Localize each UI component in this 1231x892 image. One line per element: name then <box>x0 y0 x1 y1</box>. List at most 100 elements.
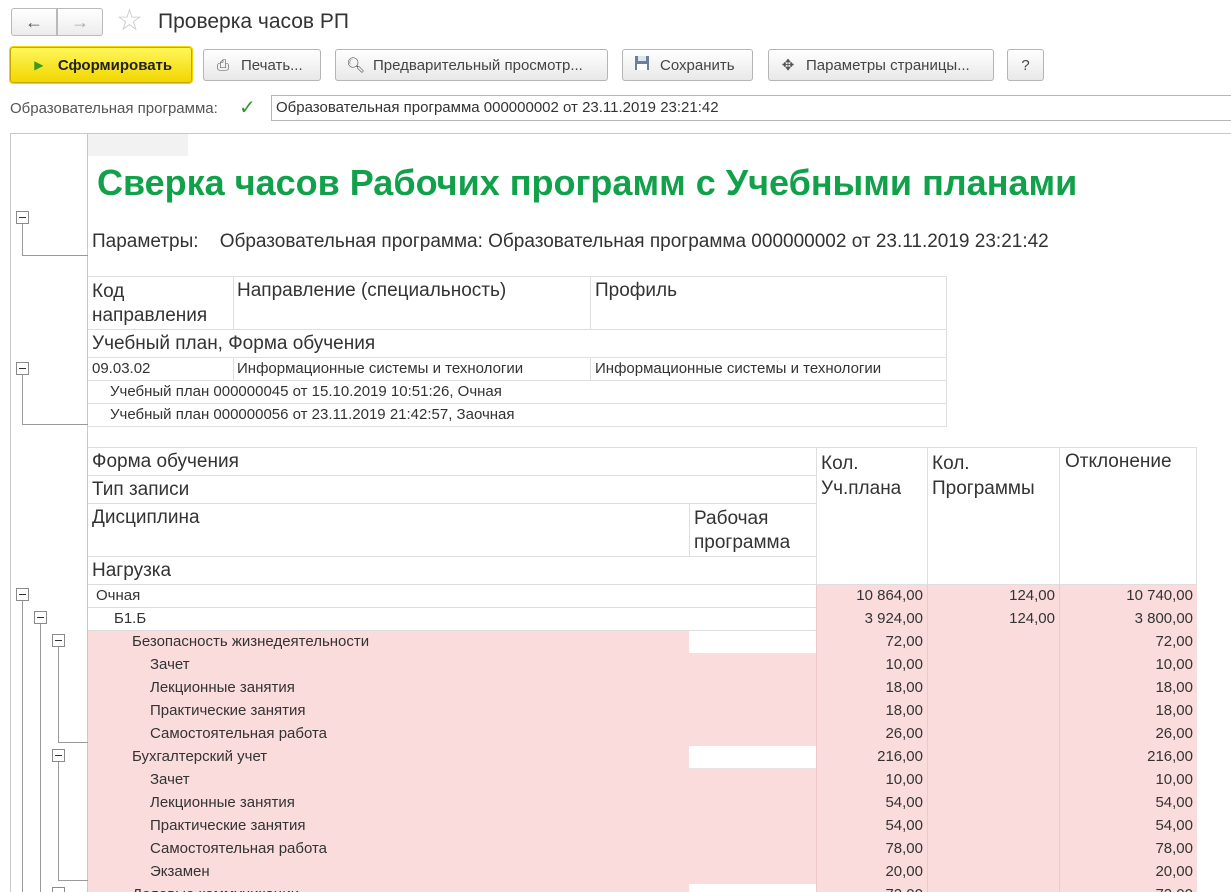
row-label: Самостоятельная работа <box>88 838 816 861</box>
report-title: Сверка часов Рабочих программ с Учебными… <box>97 162 1078 203</box>
program-hours-cell <box>927 723 1059 746</box>
row-label: Практические занятия <box>88 815 816 838</box>
plan-hours-cell: 54,00 <box>816 815 927 838</box>
program-hours-cell <box>927 700 1059 723</box>
deviation-cell: 216,00 <box>1059 746 1197 769</box>
row-label: Лекционные занятия <box>88 792 816 815</box>
collapse-params-button[interactable] <box>16 211 29 224</box>
row-label: Очная <box>96 587 141 604</box>
row-label: Безопасность жизнедеятельности <box>88 631 689 654</box>
save-button[interactable]: Сохранить <box>622 49 753 81</box>
table-row: Лекционные занятия 18,00 18,00 <box>88 677 1197 700</box>
deviation-cell: 54,00 <box>1059 815 1197 838</box>
row-label: Деловые коммуникации <box>88 884 689 892</box>
work-program-cell <box>689 631 816 654</box>
plan-hours-cell: 72,00 <box>816 631 927 654</box>
plan-hours-cell: 3 924,00 <box>816 608 927 631</box>
forward-button[interactable]: → <box>57 8 103 36</box>
plan-hours-cell: 10 864,00 <box>816 585 927 608</box>
collapse-discipline-2-button[interactable] <box>52 749 65 762</box>
deviation-cell: 3 800,00 <box>1059 608 1197 631</box>
deviation-cell: 72,00 <box>1059 884 1197 892</box>
row-label: Самостоятельная работа <box>88 723 816 746</box>
report-area: Сверка часов Рабочих программ с Учебными… <box>10 133 1231 892</box>
plan-hours-cell: 18,00 <box>816 700 927 723</box>
table-row: Зачет 10,00 10,00 <box>88 654 1197 677</box>
arrow-right-icon: → <box>71 11 89 32</box>
checkmark-icon: ✓ <box>239 97 256 119</box>
collapse-form-button[interactable] <box>16 588 29 601</box>
plan-row: Учебный план 000000045 от 15.10.2019 10:… <box>110 383 502 400</box>
help-button[interactable]: ? <box>1007 49 1044 81</box>
row-label: Бухгалтерский учет <box>88 746 689 769</box>
program-hours-cell <box>927 838 1059 861</box>
header-prog-qty: Кол. Программы <box>932 453 1035 499</box>
plan-hours-cell: 78,00 <box>816 838 927 861</box>
collapse-b1b-button[interactable] <box>34 611 47 624</box>
work-program-cell <box>689 884 816 892</box>
table-row: Самостоятельная работа 26,00 26,00 <box>88 723 1197 746</box>
toolbar: ▶ Сформировать ⎙ Печать... 🔍︎ Предварите… <box>0 46 1231 88</box>
deviation-cell: 72,00 <box>1059 631 1197 654</box>
program-hours-cell <box>927 861 1059 884</box>
report-params: Параметры: Образовательная программа: Об… <box>92 231 1049 252</box>
title-bar: ← → ☆ Проверка часов РП <box>0 0 1231 46</box>
plan-hours-cell: 72,00 <box>816 884 927 892</box>
row-label: Зачет <box>88 654 816 677</box>
plan-hours-cell: 10,00 <box>816 769 927 792</box>
table-row: Практические занятия 18,00 18,00 <box>88 700 1197 723</box>
deviation-cell: 10,00 <box>1059 769 1197 792</box>
header-work-program: Рабочая программа <box>694 508 791 553</box>
header-deviation: Отклонение <box>1065 451 1172 472</box>
print-button[interactable]: ⎙ Печать... <box>203 49 321 81</box>
collapse-program-button[interactable] <box>16 362 29 375</box>
corner-cell <box>87 134 188 156</box>
filter-checkbox[interactable]: ✓ <box>239 98 259 118</box>
program-hours-cell <box>927 792 1059 815</box>
header-record-type: Тип записи <box>92 479 190 500</box>
row-label: Б1.Б <box>114 610 147 627</box>
row-label: Зачет <box>88 769 816 792</box>
program-hours-cell: 124,00 <box>927 608 1059 631</box>
window-title: Проверка часов РП <box>158 10 350 33</box>
table-row: Экзамен 20,00 20,00 <box>88 861 1197 884</box>
plan-hours-cell: 10,00 <box>816 654 927 677</box>
deviation-cell: 20,00 <box>1059 861 1197 884</box>
play-icon: ▶ <box>34 58 44 72</box>
back-button[interactable]: ← <box>11 8 57 36</box>
preview-button[interactable]: 🔍︎ Предварительный просмотр... <box>335 49 608 81</box>
table-row: Зачет 10,00 10,00 <box>88 769 1197 792</box>
program-hours-cell <box>927 815 1059 838</box>
deviation-cell: 18,00 <box>1059 700 1197 723</box>
program-hours-cell <box>927 769 1059 792</box>
collapse-discipline-1-button[interactable] <box>52 634 65 647</box>
program-hours-cell <box>927 746 1059 769</box>
star-icon[interactable]: ☆ <box>116 6 143 36</box>
table-row: Очная 10 864,00 124,00 10 740,00 <box>88 585 1197 608</box>
plan-hours-cell: 20,00 <box>816 861 927 884</box>
plan-hours-cell: 54,00 <box>816 792 927 815</box>
deviation-cell: 10,00 <box>1059 654 1197 677</box>
work-program-cell <box>689 746 816 769</box>
table-row: Самостоятельная работа 78,00 78,00 <box>88 838 1197 861</box>
deviation-cell: 26,00 <box>1059 723 1197 746</box>
program-hours-cell <box>927 677 1059 700</box>
program-code: 09.03.02 <box>92 360 151 377</box>
row-label: Практические занятия <box>88 700 816 723</box>
header-discipline: Дисциплина <box>92 507 200 528</box>
deviation-cell: 54,00 <box>1059 792 1197 815</box>
plan-hours-cell: 26,00 <box>816 723 927 746</box>
magnifier-icon: 🔍︎ <box>346 57 366 74</box>
header-direction: Направление (специальность) <box>237 280 507 301</box>
move-arrows-icon: ✥ <box>781 57 795 74</box>
program-field[interactable]: Образовательная программа 000000002 от 2… <box>271 95 1231 121</box>
generate-button[interactable]: ▶ Сформировать <box>9 46 193 84</box>
table-row: Бухгалтерский учет 216,00 216,00 <box>88 746 1197 769</box>
collapse-discipline-3-button[interactable] <box>52 887 65 892</box>
page-params-button[interactable]: ✥ Параметры страницы... <box>768 49 994 81</box>
printer-icon: ⎙ <box>216 56 229 74</box>
header-code: Код направления <box>92 281 208 326</box>
header-plan-form: Учебный план, Форма обучения <box>92 333 376 354</box>
table-row: Практические занятия 54,00 54,00 <box>88 815 1197 838</box>
deviation-cell: 10 740,00 <box>1059 585 1197 608</box>
